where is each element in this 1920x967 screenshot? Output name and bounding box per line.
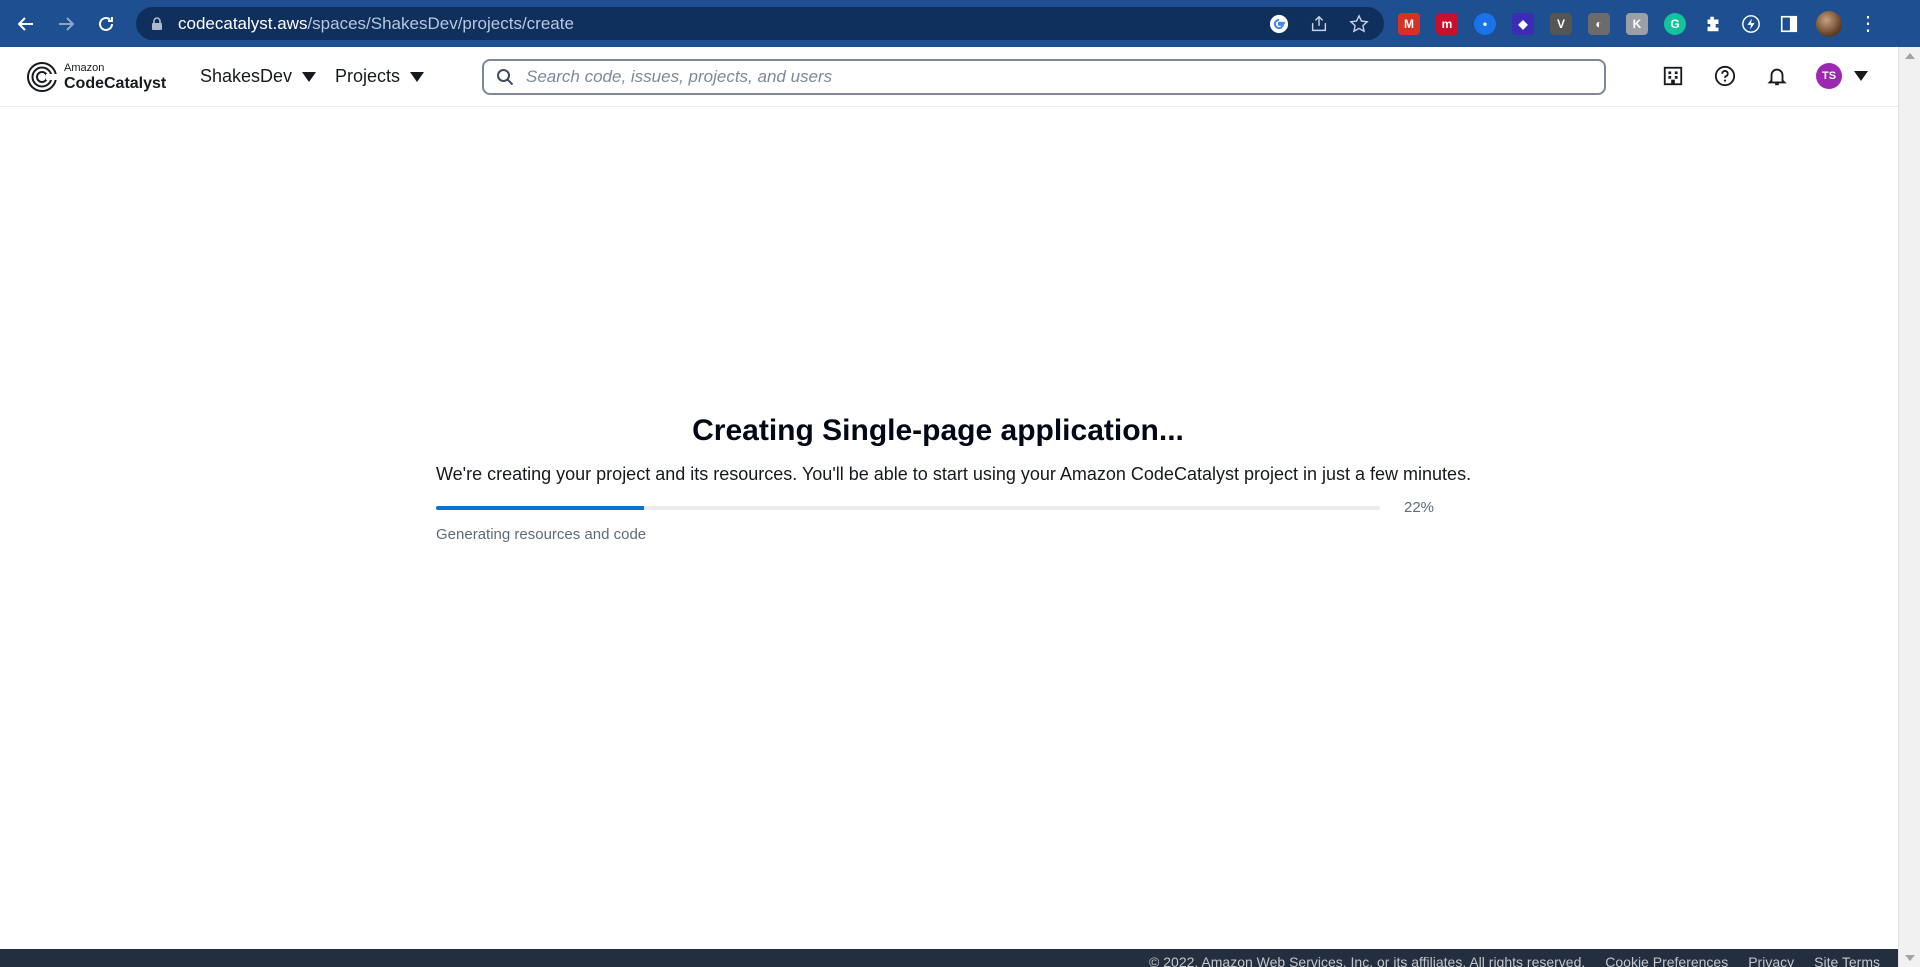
address-bar[interactable]: codecatalyst.aws/spaces/ShakesDev/projec… xyxy=(136,7,1384,40)
building-icon[interactable] xyxy=(1660,63,1686,89)
codecatalyst-logo[interactable]: Amazon CodeCatalyst xyxy=(26,61,166,93)
puzzle-extensions-icon[interactable] xyxy=(1702,13,1724,35)
privacy-link[interactable]: Privacy xyxy=(1748,954,1794,967)
projects-menu-label: Projects xyxy=(335,66,401,86)
extensions-row: M m • ◆ V ◐ K G ⋮ xyxy=(1398,0,1878,47)
lock-icon xyxy=(152,16,162,30)
scroll-down-arrow[interactable] xyxy=(1899,949,1920,967)
gmail-extension-icon[interactable]: M xyxy=(1398,12,1420,35)
side-panel-icon[interactable] xyxy=(1778,13,1800,35)
project-creation-panel: Creating Single-page application... We'r… xyxy=(436,414,1476,543)
k-extension-icon[interactable]: K xyxy=(1626,12,1648,35)
grammarly-extension-icon[interactable]: G xyxy=(1664,12,1686,35)
progress-track xyxy=(436,505,1380,510)
forward-button[interactable] xyxy=(46,0,86,47)
space-selector-label: ShakesDev xyxy=(200,66,293,86)
url-host: codecatalyst.aws xyxy=(178,13,308,33)
progress-percentage: 22% xyxy=(1404,499,1435,516)
mendeley-extension-icon[interactable]: m xyxy=(1436,12,1458,35)
header-actions: TS xyxy=(1660,63,1868,89)
browser-menu-icon[interactable]: ⋮ xyxy=(1858,14,1878,34)
bookmark-star-icon[interactable] xyxy=(1348,13,1370,35)
page-scrollbar[interactable] xyxy=(1898,47,1920,967)
help-icon[interactable] xyxy=(1712,63,1738,89)
share-icon[interactable] xyxy=(1308,13,1330,35)
vuetify-extension-icon[interactable]: V xyxy=(1550,12,1572,35)
search-input[interactable] xyxy=(526,67,1604,87)
pin-extension-icon[interactable]: • xyxy=(1474,12,1496,35)
reload-button[interactable] xyxy=(86,0,126,47)
layers-extension-icon[interactable]: ◆ xyxy=(1512,12,1534,35)
url-path: /spaces/ShakesDev/projects/create xyxy=(307,13,574,33)
cookie-preferences-link[interactable]: Cookie Preferences xyxy=(1605,954,1728,967)
page-title: Creating Single-page application... xyxy=(692,414,1184,447)
site-footer: © 2022, Amazon Web Services, Inc. or its… xyxy=(0,949,1898,967)
mask-extension-icon[interactable]: ◐ xyxy=(1588,12,1610,35)
logo-product-text: CodeCatalyst xyxy=(64,74,167,92)
browser-profile-avatar[interactable] xyxy=(1816,10,1842,37)
progress-status-label: Generating resources and code xyxy=(436,526,647,543)
projects-menu[interactable]: Projects xyxy=(335,66,425,87)
codecatalyst-logo-icon xyxy=(27,62,58,92)
user-menu[interactable]: TS xyxy=(1816,63,1868,89)
browser-toolbar: codecatalyst.aws/spaces/ShakesDev/projec… xyxy=(0,0,1920,47)
scroll-up-arrow[interactable] xyxy=(1899,47,1920,65)
copyright-text: © 2022, Amazon Web Services, Inc. or its… xyxy=(1149,954,1586,967)
space-selector-menu[interactable]: ShakesDev xyxy=(200,66,317,87)
forward-arrow-icon xyxy=(59,16,75,31)
search-icon xyxy=(497,69,514,86)
app-header: Amazon CodeCatalyst ShakesDev Projects T… xyxy=(0,47,1898,107)
notifications-bell-icon[interactable] xyxy=(1764,63,1790,89)
reload-icon xyxy=(99,16,113,31)
logo-amazon-text: Amazon xyxy=(64,61,105,74)
google-icon[interactable] xyxy=(1268,13,1290,35)
progress-bar-row: 22% xyxy=(436,499,1476,516)
caret-down-icon xyxy=(410,71,425,82)
caret-down-icon xyxy=(302,71,317,82)
back-arrow-icon xyxy=(17,16,33,31)
site-terms-link[interactable]: Site Terms xyxy=(1814,954,1880,967)
global-search[interactable] xyxy=(482,59,1606,95)
back-button[interactable] xyxy=(6,0,46,47)
user-avatar: TS xyxy=(1816,63,1842,89)
caret-down-icon xyxy=(1854,71,1868,81)
progress-fill xyxy=(436,505,644,510)
page-description: We're creating your project and its reso… xyxy=(436,464,1472,484)
lightning-extension-icon[interactable] xyxy=(1740,13,1762,35)
